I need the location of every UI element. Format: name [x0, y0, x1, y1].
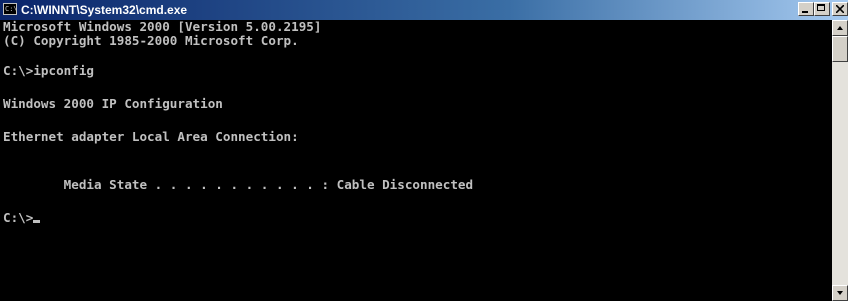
console-output[interactable]: Microsoft Windows 2000 [Version 5.00.219…: [0, 20, 832, 301]
scroll-down-button[interactable]: [832, 285, 848, 301]
arrow-down-icon: [837, 291, 843, 295]
close-button[interactable]: [832, 2, 848, 16]
close-icon: [836, 5, 844, 13]
console-line: Microsoft Windows 2000 [Version 5.00.219…: [3, 20, 322, 34]
title-bar[interactable]: C:\ C:\WINNT\System32\cmd.exe: [0, 0, 848, 20]
minimize-button[interactable]: [798, 2, 814, 16]
console-line: Media State . . . . . . . . . . . : Cabl…: [3, 177, 474, 192]
console-icon[interactable]: C:\: [3, 3, 18, 15]
prompt-text: C:\>: [3, 210, 34, 225]
scroll-up-button[interactable]: [832, 20, 848, 36]
vertical-scrollbar[interactable]: [832, 20, 848, 301]
console-line: Ethernet adapter Local Area Connection:: [3, 129, 299, 144]
cmd-window: C:\ C:\WINNT\System32\cmd.exe Microsoft …: [0, 0, 848, 301]
console-line: (C) Copyright 1985-2000 Microsoft Corp.: [3, 33, 299, 48]
arrow-up-icon: [837, 26, 843, 30]
text-cursor: [33, 220, 41, 223]
window-title: C:\WINNT\System32\cmd.exe: [21, 3, 188, 17]
console-line: Windows 2000 IP Configuration: [3, 96, 223, 111]
console-icon-label: C:\: [5, 5, 18, 13]
console-line: C:\>ipconfig: [3, 63, 94, 78]
scroll-thumb[interactable]: [832, 36, 848, 62]
maximize-button[interactable]: [814, 2, 830, 16]
console-prompt: C:\>: [3, 210, 41, 225]
